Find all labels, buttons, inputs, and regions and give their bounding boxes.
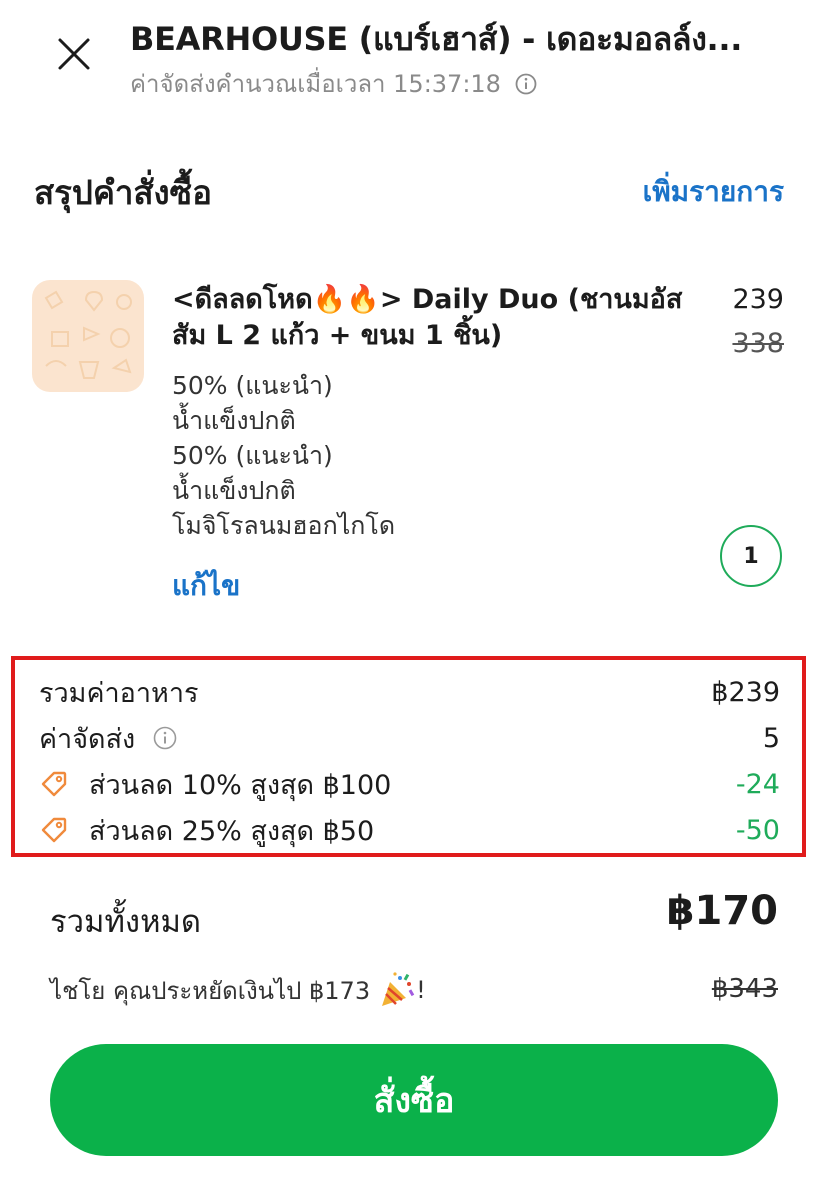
info-icon[interactable] [153, 726, 177, 750]
store-name: BEARHOUSE (แบร์เฮาส์) - เดอะมอลล์ง... [130, 20, 743, 58]
food-total-label: รวมค่าอาหาร [39, 677, 199, 709]
close-icon [58, 38, 90, 70]
party-popper-icon [382, 972, 415, 1006]
item-option: 50% (แนะนำ) [172, 371, 333, 400]
grand-total-value: ฿170 [666, 888, 778, 934]
info-icon[interactable] [515, 73, 537, 95]
food-total-value: ฿239 [711, 676, 780, 708]
discount-row: ส่วนลด 25% สูงสุด ฿50 -50 [39, 808, 780, 852]
close-button[interactable] [48, 28, 100, 80]
food-pattern-image [44, 290, 132, 379]
item-option: 50% (แนะนำ) [172, 441, 333, 470]
delivery-fee-label: ค่าจัดส่ง [39, 723, 136, 755]
item-price: 239 [732, 284, 784, 315]
item-options: 50% (แนะนำ) น้ำแข็งปกติ 50% (แนะนำ) น้ำแ… [172, 368, 632, 543]
item-option: โมจิโรลนมฮอกไกโด [172, 511, 396, 540]
savings-text: ไชโย คุณประหยัดเงินไป ฿173 [50, 976, 371, 1005]
original-total: ฿343 [711, 974, 778, 1004]
savings-suffix: ! [416, 976, 426, 1004]
delivery-calc-text: ค่าจัดส่งคำนวณเมื่อเวลา 15:37:18 [130, 70, 501, 98]
item-image [32, 280, 144, 392]
savings-line: ไชโย คุณประหยัดเงินไป ฿173 ! [50, 970, 426, 1010]
discount-label: ส่วนลด 25% สูงสุด ฿50 [89, 815, 375, 847]
delivery-calc-line: ค่าจัดส่งคำนวณเมื่อเวลา 15:37:18 [130, 64, 537, 103]
item-option: น้ำแข็งปกติ [172, 476, 296, 505]
add-items-link[interactable]: เพิ่มรายการ [643, 170, 784, 214]
price-breakdown-highlight: รวมค่าอาหาร ฿239 ค่าจัดส่ง 5 ส่วนลด 10% … [11, 656, 806, 857]
tag-icon [41, 771, 67, 797]
food-total-row: รวมค่าอาหาร ฿239 [39, 670, 780, 714]
discount-label: ส่วนลด 10% สูงสุด ฿100 [89, 769, 392, 801]
item-title: <ดีลลดโหด🔥🔥> Daily Duo (ชานมอัสสัม L 2 แ… [172, 284, 683, 351]
quantity-badge[interactable]: 1 [720, 525, 782, 587]
place-order-button[interactable]: สั่งซื้อ [50, 1044, 778, 1156]
item-option: น้ำแข็งปกติ [172, 406, 296, 435]
tag-icon [41, 817, 67, 843]
order-summary-title: สรุปคำสั่งซื้อ [34, 173, 212, 212]
discount-value: -50 [735, 814, 780, 846]
discount-value: -24 [735, 768, 780, 800]
delivery-fee-row: ค่าจัดส่ง 5 [39, 716, 780, 760]
edit-item-link[interactable]: แก้ไข [172, 564, 240, 608]
discount-row: ส่วนลด 10% สูงสุด ฿100 -24 [39, 762, 780, 806]
grand-total-label: รวมทั้งหมด [50, 904, 202, 940]
delivery-fee-value: 5 [762, 722, 780, 754]
item-original-price: 338 [732, 328, 784, 359]
header: BEARHOUSE (แบร์เฮาส์) - เดอะมอลล์ง... ค่… [0, 0, 826, 110]
